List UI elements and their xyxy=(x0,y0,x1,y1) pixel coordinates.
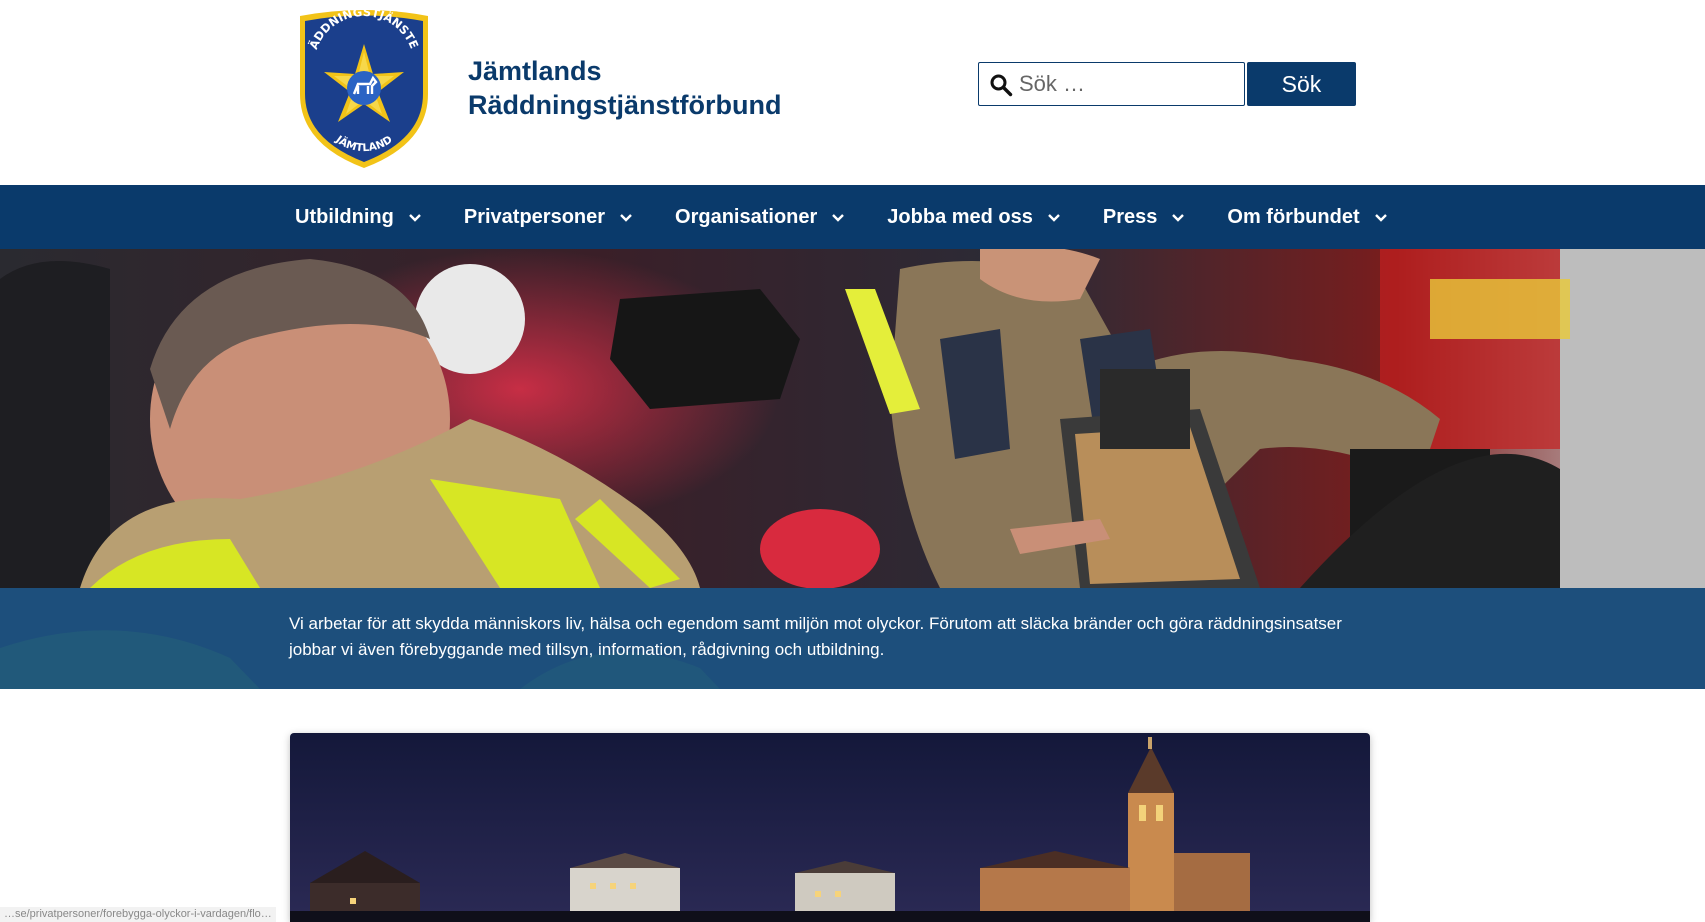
chevron-down-icon xyxy=(409,213,421,222)
shield-badge-icon: RÄDDNINGSTJÄNSTEN JÄMTLAND xyxy=(289,0,428,168)
search-button[interactable]: Sök xyxy=(1247,62,1356,106)
night-town-church-photo xyxy=(290,733,1370,922)
feature-card-image[interactable] xyxy=(290,733,1370,922)
nav-item-privatpersoner[interactable]: Privatpersoner xyxy=(464,206,633,229)
hero-caption-band: Vi arbetar för att skydda människors liv… xyxy=(0,588,1705,689)
nav-item-label: Utbildning xyxy=(295,205,394,228)
chevron-down-icon xyxy=(620,213,632,222)
chevron-down-icon xyxy=(1048,213,1060,222)
nav-item-label: Privatpersoner xyxy=(463,205,606,228)
main-nav: Utbildning Privatpersoner Organisationer… xyxy=(0,185,1705,249)
chevron-down-icon xyxy=(1172,213,1185,222)
nav-item-press[interactable]: Press xyxy=(1103,206,1186,229)
page: RÄDDNINGSTJÄNSTEN JÄMTLAND Jämtlands Räd… xyxy=(0,0,1705,922)
nav-item-om-forbundet[interactable]: Om förbundet xyxy=(1227,206,1387,229)
brand-line-1: Jämtlands xyxy=(468,56,602,86)
site-header: RÄDDNINGSTJÄNSTEN JÄMTLAND Jämtlands Räd… xyxy=(0,0,1705,185)
nav-item-label: Jobba med oss xyxy=(887,205,1033,228)
nav-item-label: Om förbundet xyxy=(1227,205,1360,228)
chevron-down-icon xyxy=(832,213,845,222)
nav-item-label: Organisationer xyxy=(675,205,818,228)
hero-photo-firefighters xyxy=(0,249,1705,588)
chevron-down-icon xyxy=(1374,213,1387,222)
nav-item-organisationer[interactable]: Organisationer xyxy=(675,206,845,229)
search-icon xyxy=(990,74,1013,97)
brand-name[interactable]: Jämtlands Räddningstjänstförbund xyxy=(468,54,781,122)
hero-image xyxy=(0,249,1705,588)
search-box xyxy=(978,62,1245,106)
status-bar-url: …se/privatpersoner/forebygga-olyckor-i-v… xyxy=(0,907,276,922)
brand-line-2: Räddningstjänstförbund xyxy=(468,90,782,120)
nav-item-utbildning[interactable]: Utbildning xyxy=(295,206,422,229)
hero-caption-text: Vi arbetar för att skydda människors liv… xyxy=(289,614,1342,659)
nav-item-label: Press xyxy=(1102,205,1158,228)
search-form: Sök xyxy=(978,62,1356,106)
search-input[interactable] xyxy=(1019,63,1239,105)
nav-item-jobba-med-oss[interactable]: Jobba med oss xyxy=(887,206,1061,229)
site-logo[interactable]: RÄDDNINGSTJÄNSTEN JÄMTLAND xyxy=(289,0,434,170)
